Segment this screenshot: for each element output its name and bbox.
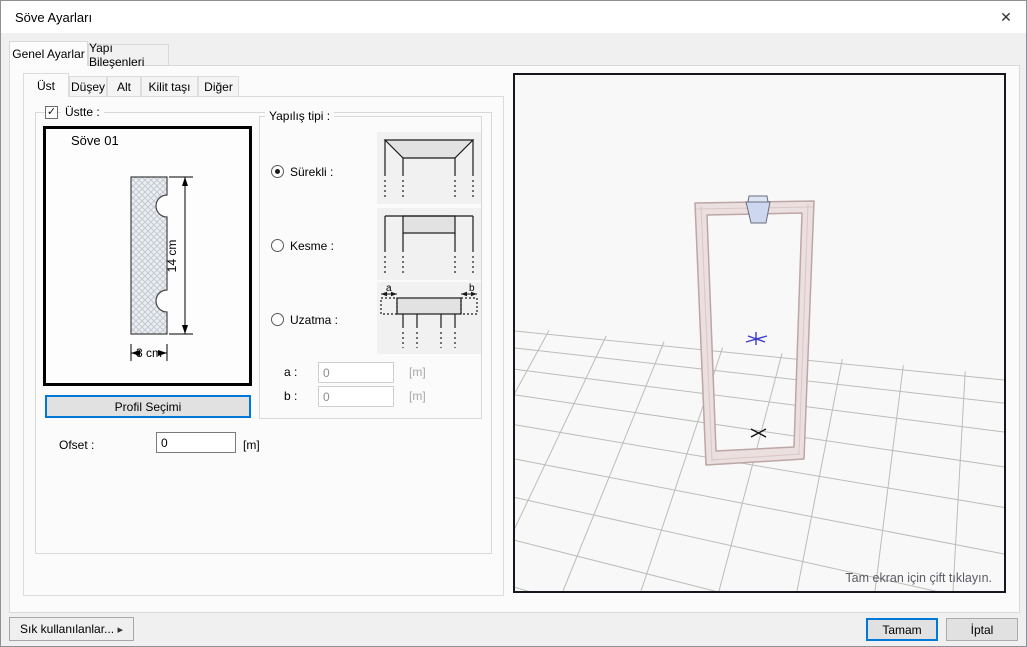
profil-secimi-button[interactable]: Profil Seçimi — [45, 395, 251, 418]
a-label: a : — [284, 365, 297, 379]
favorites-button[interactable]: Sık kullanılanlar... ▸ — [9, 617, 134, 641]
radio-kesme[interactable] — [271, 239, 284, 252]
checkbox-check-icon: ✓ — [47, 107, 56, 118]
keystone-top — [748, 196, 768, 202]
tab-ust[interactable]: Üst — [23, 73, 69, 97]
yapilis-tipi-label: Yapılış tipi : — [265, 109, 334, 123]
b-input — [318, 386, 394, 407]
diagram-surekli — [377, 132, 481, 204]
radio-surekli[interactable] — [271, 165, 284, 178]
tab-yapi-bilesenleri[interactable]: Yapı Bileşenleri — [88, 44, 169, 66]
ofset-input[interactable] — [156, 432, 236, 453]
height-dimension-label: 14 cm — [165, 240, 179, 273]
radio-surekli-label[interactable]: Sürekli : — [290, 165, 333, 179]
close-icon[interactable]: ✕ — [994, 6, 1018, 28]
tab-alt[interactable]: Alt — [107, 76, 141, 97]
ok-button[interactable]: Tamam — [866, 618, 938, 641]
tab-dusey[interactable]: Düşey — [69, 76, 107, 97]
diagram-uzatma: a b — [377, 282, 481, 354]
viewport-scene — [515, 75, 1004, 591]
b-unit: [m] — [409, 389, 426, 403]
tab-genel-ayarlar[interactable]: Genel Ayarlar — [9, 41, 88, 66]
radio-kesme-label[interactable]: Kesme : — [290, 239, 334, 253]
snap-x-marker — [751, 429, 766, 437]
ustte-checkbox[interactable]: ✓ — [45, 106, 58, 119]
radio-uzatma[interactable] — [271, 313, 284, 326]
radio-uzatma-label[interactable]: Uzatma : — [290, 313, 338, 327]
cancel-button[interactable]: İptal — [946, 618, 1018, 641]
dialog-sove-ayarlari: Söve Ayarları ✕ Genel Ayarlar Yapı Bileş… — [0, 0, 1027, 647]
profile-shape — [131, 177, 167, 334]
width-dimension-label: 3 cm — [136, 346, 162, 360]
preview-3d-viewport[interactable]: Tam ekran için çift tıklayın. — [513, 73, 1006, 593]
titlebar[interactable]: Söve Ayarları — [1, 1, 1026, 33]
fullscreen-hint: Tam ekran için çift tıklayın. — [845, 571, 992, 585]
window-title: Söve Ayarları — [15, 10, 92, 25]
b-label: b : — [284, 389, 297, 403]
ustte-checkbox-label[interactable]: Üstte : — [61, 105, 104, 119]
profile-drawing: Söve 01 14 cm 3 cm — [46, 129, 249, 383]
diagram-kesme — [377, 208, 481, 280]
a-input — [318, 362, 394, 383]
a-unit: [m] — [409, 365, 426, 379]
ofset-label: Ofset : — [59, 438, 94, 452]
ofset-unit: [m] — [243, 438, 260, 452]
tab-kilit-tasi[interactable]: Kilit taşı — [141, 76, 198, 97]
favorites-button-label: Sık kullanılanlar... — [20, 622, 114, 636]
profile-name: Söve 01 — [71, 133, 119, 148]
profile-preview: Söve 01 14 cm 3 cm — [43, 126, 252, 386]
tab-diger[interactable]: Diğer — [198, 76, 239, 97]
flyout-arrow-icon: ▸ — [117, 623, 123, 636]
